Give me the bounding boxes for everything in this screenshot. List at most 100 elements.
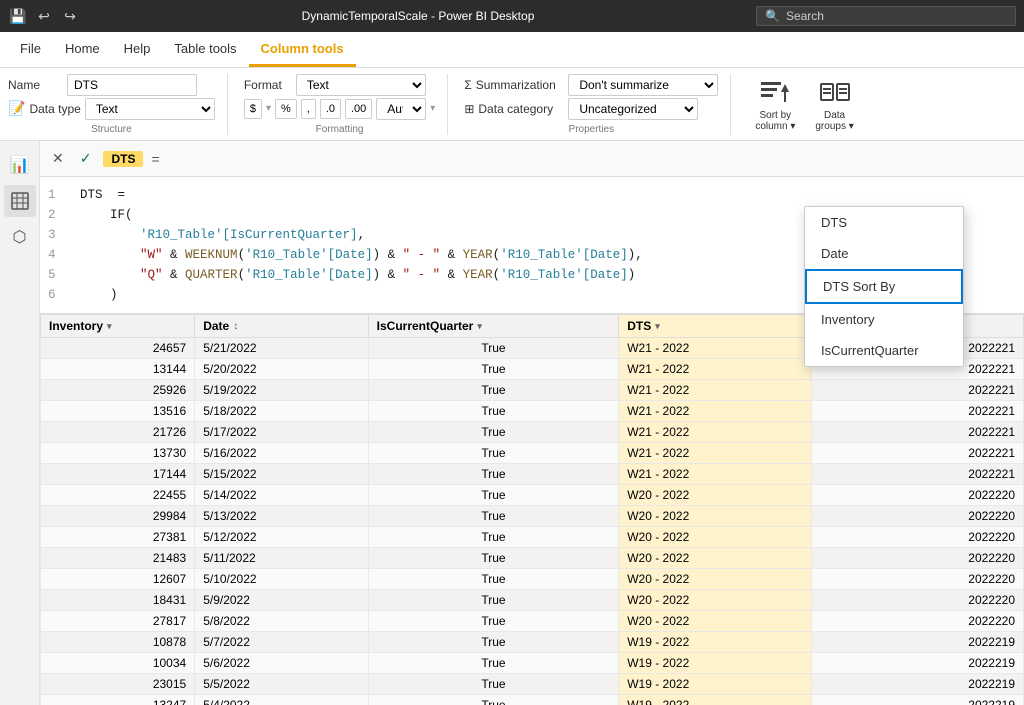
cell-date: 5/7/2022 bbox=[195, 632, 368, 653]
cell-inventory: 29984 bbox=[41, 506, 195, 527]
decimal-increase-button[interactable]: .0 bbox=[320, 99, 341, 119]
cell-iscurrentquarter: True bbox=[368, 422, 619, 443]
equals-sign: = bbox=[151, 151, 159, 167]
menu-help[interactable]: Help bbox=[112, 32, 163, 67]
search-label: Search bbox=[786, 9, 824, 23]
table-row: 18431 5/9/2022 True W20 - 2022 2022220 bbox=[41, 590, 1024, 611]
data-table-wrapper[interactable]: Inventory ▾ Date ↕ IsCur bbox=[40, 314, 1024, 705]
decimal-decrease-button[interactable]: .00 bbox=[345, 99, 372, 119]
dropdown-item-iscurrentquarter[interactable]: IsCurrentQuarter bbox=[805, 335, 963, 366]
data-groups-icon bbox=[819, 76, 851, 108]
cell-inventory: 27817 bbox=[41, 611, 195, 632]
table-row: 10034 5/6/2022 True W19 - 2022 2022219 bbox=[41, 653, 1024, 674]
ribbon: Name 📝 Data type Text Structure Format T… bbox=[0, 68, 1024, 141]
cancel-edit-button[interactable]: ✕ bbox=[48, 148, 68, 169]
menu-column-tools[interactable]: Column tools bbox=[249, 32, 356, 67]
col-header-iscurrentquarter[interactable]: IsCurrentQuarter ▾ bbox=[368, 315, 619, 338]
menu-table-tools[interactable]: Table tools bbox=[162, 32, 248, 67]
dropdown-item-inventory[interactable]: Inventory bbox=[805, 304, 963, 335]
auto-select[interactable]: Auto bbox=[376, 98, 426, 120]
cell-dts-sort-by: 2022219 bbox=[811, 695, 1023, 705]
cell-inventory: 10878 bbox=[41, 632, 195, 653]
datatype-select[interactable]: Text bbox=[85, 98, 215, 120]
cell-dts-sort-by: 2022219 bbox=[811, 632, 1023, 653]
data-groups-button[interactable]: Datagroups ▾ bbox=[807, 72, 861, 136]
redo-icon[interactable]: ↪ bbox=[60, 6, 80, 26]
table-row: 13247 5/4/2022 True W19 - 2022 2022219 bbox=[41, 695, 1024, 705]
ribbon-group-structure: Name 📝 Data type Text Structure bbox=[8, 74, 228, 135]
confirm-edit-button[interactable]: ✓ bbox=[76, 148, 96, 169]
cell-inventory: 21483 bbox=[41, 548, 195, 569]
undo-icon[interactable]: ↩ bbox=[34, 6, 54, 26]
comma-button[interactable]: , bbox=[301, 99, 316, 119]
cell-dts: W21 - 2022 bbox=[619, 464, 812, 485]
cell-dts-sort-by: 2022219 bbox=[811, 653, 1023, 674]
sort-by-column-button[interactable]: Sort bycolumn ▾ bbox=[747, 72, 803, 136]
cell-dts: W20 - 2022 bbox=[619, 569, 812, 590]
table-row: 10878 5/7/2022 True W19 - 2022 2022219 bbox=[41, 632, 1024, 653]
cell-inventory: 22455 bbox=[41, 485, 195, 506]
cell-date: 5/21/2022 bbox=[195, 338, 368, 359]
cell-dts: W21 - 2022 bbox=[619, 401, 812, 422]
formatting-label: Formatting bbox=[244, 124, 436, 135]
cell-date: 5/4/2022 bbox=[195, 695, 368, 705]
cell-dts: W21 - 2022 bbox=[619, 338, 812, 359]
cell-inventory: 27381 bbox=[41, 527, 195, 548]
column-name-badge: DTS bbox=[103, 151, 143, 167]
cell-date: 5/18/2022 bbox=[195, 401, 368, 422]
table-row: 27381 5/12/2022 True W20 - 2022 2022220 bbox=[41, 527, 1024, 548]
cell-iscurrentquarter: True bbox=[368, 443, 619, 464]
cell-dts: W19 - 2022 bbox=[619, 653, 812, 674]
table-icon[interactable] bbox=[4, 185, 36, 217]
cell-dts-sort-by: 2022220 bbox=[811, 590, 1023, 611]
dropdown-item-dts-sort-by[interactable]: DTS Sort By bbox=[805, 269, 963, 304]
datacategory-select[interactable]: Uncategorized bbox=[568, 98, 698, 120]
summarization-select[interactable]: Don't summarize bbox=[568, 74, 718, 96]
col-header-inventory[interactable]: Inventory ▾ bbox=[41, 315, 195, 338]
menu-file[interactable]: File bbox=[8, 32, 53, 67]
cell-dts-sort-by: 2022220 bbox=[811, 506, 1023, 527]
table-row: 21726 5/17/2022 True W21 - 2022 2022221 bbox=[41, 422, 1024, 443]
table-row: 12607 5/10/2022 True W20 - 2022 2022220 bbox=[41, 569, 1024, 590]
dropdown-item-dts[interactable]: DTS bbox=[805, 207, 963, 238]
cell-date: 5/8/2022 bbox=[195, 611, 368, 632]
dts-filter-icon[interactable]: ▾ bbox=[655, 321, 660, 332]
format-select[interactable]: Text bbox=[296, 74, 426, 96]
search-box[interactable]: 🔍 Search bbox=[756, 6, 1016, 26]
menubar: File Home Help Table tools Column tools bbox=[0, 32, 1024, 68]
cell-inventory: 10034 bbox=[41, 653, 195, 674]
date-sort-icon[interactable]: ↕ bbox=[233, 321, 238, 332]
dropdown-item-date[interactable]: Date bbox=[805, 238, 963, 269]
chart-icon[interactable]: 📊 bbox=[4, 149, 36, 181]
cell-iscurrentquarter: True bbox=[368, 695, 619, 705]
iscurrentquarter-filter-icon[interactable]: ▾ bbox=[477, 321, 482, 332]
percent-button[interactable]: % bbox=[275, 99, 297, 119]
sort-by-column-label: Sort bycolumn ▾ bbox=[755, 110, 795, 132]
save-icon[interactable]: 💾 bbox=[8, 6, 28, 26]
cell-dts-sort-by: 2022221 bbox=[811, 422, 1023, 443]
cell-iscurrentquarter: True bbox=[368, 401, 619, 422]
cell-date: 5/20/2022 bbox=[195, 359, 368, 380]
name-input[interactable] bbox=[67, 74, 197, 96]
cell-inventory: 24657 bbox=[41, 338, 195, 359]
cell-dts-sort-by: 2022219 bbox=[811, 674, 1023, 695]
cell-iscurrentquarter: True bbox=[368, 611, 619, 632]
cell-date: 5/6/2022 bbox=[195, 653, 368, 674]
cell-dts-sort-by: 2022221 bbox=[811, 443, 1023, 464]
cell-dts-sort-by: 2022220 bbox=[811, 611, 1023, 632]
inventory-filter-icon[interactable]: ▾ bbox=[107, 321, 112, 332]
model-icon[interactable]: ⬡ bbox=[4, 221, 36, 253]
menu-home[interactable]: Home bbox=[53, 32, 112, 67]
cell-date: 5/15/2022 bbox=[195, 464, 368, 485]
titlebar: 💾 ↩ ↪ DynamicTemporalScale - Power BI De… bbox=[0, 0, 1024, 32]
cell-dts-sort-by: 2022221 bbox=[811, 464, 1023, 485]
cell-dts: W21 - 2022 bbox=[619, 443, 812, 464]
cell-iscurrentquarter: True bbox=[368, 464, 619, 485]
name-label: Name bbox=[8, 78, 63, 92]
cell-inventory: 17144 bbox=[41, 464, 195, 485]
currency-button[interactable]: $ bbox=[244, 99, 262, 119]
cell-dts: W19 - 2022 bbox=[619, 632, 812, 653]
col-header-date[interactable]: Date ↕ bbox=[195, 315, 368, 338]
table-row: 22455 5/14/2022 True W20 - 2022 2022220 bbox=[41, 485, 1024, 506]
col-header-dts[interactable]: DTS ▾ bbox=[619, 315, 812, 338]
